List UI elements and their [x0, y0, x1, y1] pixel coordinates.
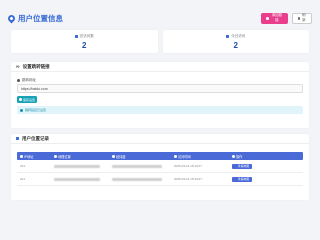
link-icon: ∞ [16, 63, 20, 70]
cell-action: 查看地图 [229, 163, 279, 169]
stat-label-today: 今日访问 [226, 34, 245, 39]
info-icon [20, 108, 23, 112]
save-icon [18, 98, 22, 101]
header-actions: 添加链接 刷新 [261, 12, 312, 24]
column-header-action-text: 操作 [236, 154, 243, 159]
calendar-icon [226, 34, 230, 38]
records-title-text: 用户位置记录 [22, 135, 49, 141]
stat-label-total: 总访问数 [74, 33, 94, 39]
column-header-time: 访问时间 [171, 154, 229, 159]
page-title: 用户位置信息 [18, 13, 63, 23]
redirect-config-card: ∞ 设置跳转链接 跳转网址 https://baidu.com 保存设置 跳转链… [11, 62, 309, 128]
stats-row: 总访问数 2 今日访问 2 [11, 30, 309, 53]
stat-label-today-text: 今日访问 [231, 33, 246, 38]
redirect-status-alert: 跳转链接已设置 [17, 106, 303, 114]
page-header: 用户位置信息 添加链接 刷新 [6, 8, 312, 28]
column-header-coords: 经纬度 [109, 154, 171, 159]
stat-card-total: 总访问数 2 [11, 30, 158, 53]
view-map-button[interactable]: 查看地图 [232, 176, 252, 182]
cog-icon [232, 154, 235, 158]
stat-value-today: 2 [233, 40, 238, 50]
refresh-icon [298, 16, 300, 20]
save-settings-label: 保存设置 [22, 97, 35, 102]
redirect-url-label: 跳转网址 [17, 78, 36, 83]
clock-icon [174, 154, 177, 158]
table-row: 221. 2025-03-16 15:34:07 查看地图 [17, 173, 303, 186]
stat-card-today: 今日访问 2 [162, 30, 309, 53]
crosshair-icon [112, 154, 115, 158]
config-card-title: ∞ 设置跳转链接 [11, 62, 309, 72]
title-group: 用户位置信息 [6, 13, 63, 24]
location-records-card: 用户位置记录 IP地址 地理位置 经纬度 访问时间 操作 221. 2025-0… [11, 134, 309, 200]
save-settings-button[interactable]: 保存设置 [17, 96, 37, 103]
records-card-title: 用户位置记录 [11, 134, 309, 144]
records-table: IP地址 地理位置 经纬度 访问时间 操作 221. 2025-03-16 15… [17, 152, 303, 186]
redirect-status-text: 跳转链接已设置 [25, 108, 47, 112]
column-header-ip: IP地址 [17, 154, 51, 159]
globe-icon [17, 79, 20, 82]
list-icon [16, 137, 19, 140]
chart-icon [74, 34, 78, 38]
ip-icon [20, 154, 23, 158]
cell-location [51, 177, 109, 181]
add-link-label: 添加链接 [271, 13, 283, 22]
map-icon [54, 154, 57, 158]
table-header: IP地址 地理位置 经纬度 访问时间 操作 [17, 152, 303, 160]
redirect-url-label-text: 跳转网址 [22, 78, 36, 82]
cell-time: 2025-03-16 15:34:07 [174, 177, 202, 181]
config-title-text: 设置跳转链接 [22, 63, 50, 69]
redirect-url-input[interactable]: https://baidu.com [17, 84, 303, 93]
stat-label-total-text: 总访问数 [79, 33, 94, 38]
column-header-location: 地理位置 [51, 154, 109, 159]
redacted-location [54, 177, 100, 181]
plus-icon [266, 16, 269, 20]
cell-coords [109, 164, 171, 168]
cell-time: 2025-03-16 15:34:07 [174, 164, 202, 168]
cell-location [51, 164, 109, 168]
column-header-location-text: 地理位置 [58, 154, 71, 159]
location-pin-icon [6, 13, 17, 23]
column-header-time-text: 访问时间 [178, 154, 191, 159]
redacted-coords [112, 164, 162, 168]
cell-ip: 221. [20, 177, 26, 181]
table-row: 221. 2025-03-16 15:34:07 查看地图 [17, 160, 303, 173]
column-header-ip-text: IP地址 [24, 154, 34, 159]
column-header-action: 操作 [229, 154, 279, 159]
redacted-coords [112, 177, 162, 181]
view-map-button[interactable]: 查看地图 [232, 163, 252, 169]
column-header-coords-text: 经纬度 [116, 154, 126, 159]
refresh-label: 刷新 [302, 13, 306, 22]
add-link-button[interactable]: 添加链接 [261, 12, 288, 24]
redacted-location [54, 164, 100, 168]
cell-action: 查看地图 [229, 176, 279, 182]
cell-ip: 221. [20, 164, 26, 168]
stat-value-total: 2 [82, 40, 87, 50]
cell-coords [109, 177, 171, 181]
refresh-button[interactable]: 刷新 [292, 12, 312, 24]
